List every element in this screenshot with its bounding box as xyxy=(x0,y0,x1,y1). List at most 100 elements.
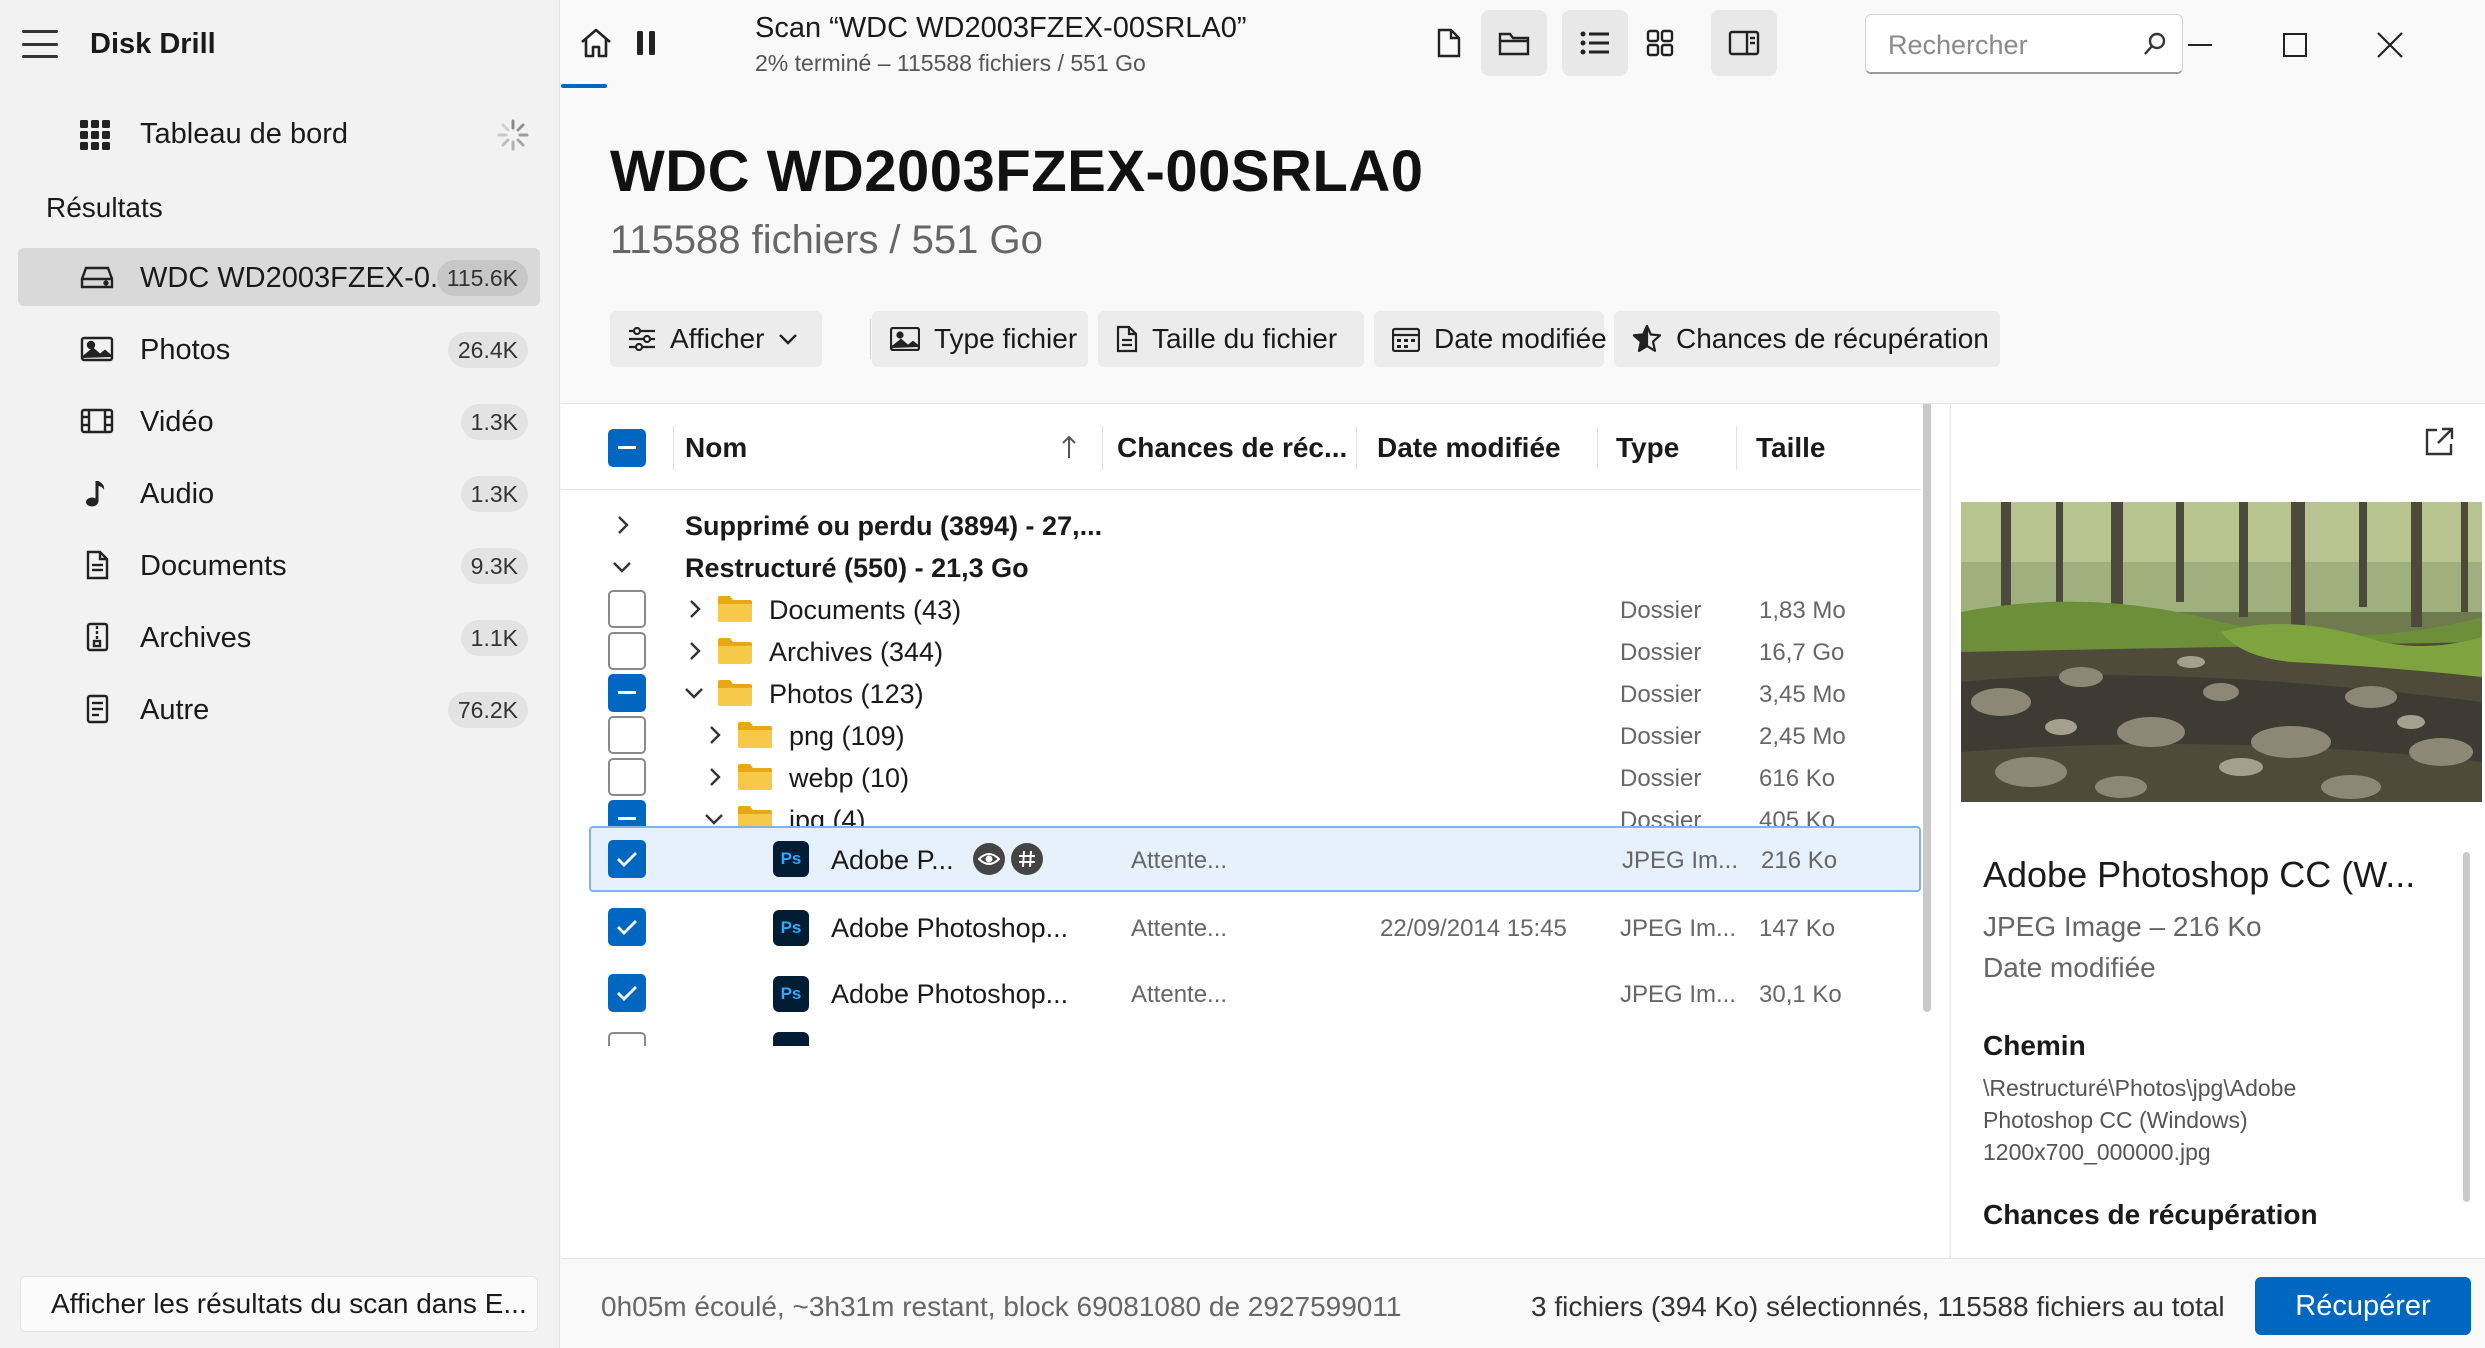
sidebar-item-photos[interactable]: Photos 26.4K xyxy=(18,320,540,378)
count-badge: 115.6K xyxy=(436,260,528,296)
preview-file-name: Adobe Photoshop CC (W... xyxy=(1983,854,2416,895)
sort-ascending-icon[interactable] xyxy=(1061,434,1077,460)
sidebar-item-label: WDC WD2003FZEX-0... xyxy=(140,262,455,294)
file-name: Adobe Photoshop... xyxy=(831,913,1069,943)
preview-path: \Restructuré\Photos\jpg\Adobe Photoshop … xyxy=(1983,1075,2297,1165)
film-icon xyxy=(80,406,114,436)
count-badge: 1.3K xyxy=(460,476,528,512)
file-type: JPEG Im... xyxy=(1620,915,1737,942)
close-icon xyxy=(2377,32,2403,58)
folder-icon xyxy=(1498,29,1530,57)
table-scrollbar[interactable] xyxy=(1923,404,1931,1012)
recovery-chances-filter[interactable]: Chances de récupération xyxy=(1614,311,2000,367)
table-row[interactable]: Ps Adobe Photoshop... Attente... 22/09/2… xyxy=(561,894,1921,960)
page-subtitle: 115588 fichiers / 551 Go xyxy=(610,218,1043,262)
grid-view-icon xyxy=(1646,29,1674,57)
file-type: JPEG Im... xyxy=(1620,981,1737,1008)
recover-button[interactable]: Récupérer xyxy=(2255,1277,2471,1335)
sidebar-item-audio[interactable]: Audio 1.3K xyxy=(18,464,540,522)
topbar: Scan “WDC WD2003FZEX-00SRLA0” 2% terminé… xyxy=(561,0,2485,88)
file-size: 216 Ko xyxy=(1761,847,1838,874)
date-modified-filter-label: Date modifiée xyxy=(1434,323,1607,354)
file-name: Adobe P... xyxy=(831,845,954,875)
show-filter-dropdown[interactable]: Afficher xyxy=(610,311,822,367)
file-name: Adobe Photoshop... xyxy=(831,979,1069,1009)
column-header-date[interactable]: Date modifiée xyxy=(1377,432,1561,464)
home-tab-indicator xyxy=(561,84,607,88)
photoshop-file-icon xyxy=(773,1032,809,1046)
file-icon xyxy=(1116,325,1138,353)
column-header-type[interactable]: Type xyxy=(1616,432,1679,464)
sidebar-item-documents[interactable]: Documents 9.3K xyxy=(18,536,540,594)
filter-divider xyxy=(870,319,871,359)
open-external-icon[interactable] xyxy=(2423,426,2455,458)
count-badge: 26.4K xyxy=(447,332,528,368)
select-all-checkbox[interactable] xyxy=(608,429,646,467)
hamburger-menu-icon[interactable] xyxy=(20,26,60,62)
sidebar-item-other[interactable]: Autre 76.2K xyxy=(18,680,540,738)
sidebar-panel-icon xyxy=(1728,29,1760,57)
show-in-explorer-button[interactable]: Afficher les résultats du scan dans E... xyxy=(20,1276,538,1332)
calendar-icon xyxy=(1392,326,1420,352)
chevron-down-icon[interactable] xyxy=(611,560,633,574)
date-modified-filter[interactable]: Date modifiée xyxy=(1374,311,1607,367)
status-bar: 0h05m écoulé, ~3h31m restant, block 6908… xyxy=(561,1258,2485,1348)
list-icon xyxy=(1580,30,1610,56)
list-view-button[interactable] xyxy=(1562,10,1628,76)
scan-title: Scan “WDC WD2003FZEX-00SRLA0” xyxy=(755,12,1247,44)
table-row-selected[interactable]: Ps Adobe P... Attente... JPEG Im... 216 … xyxy=(589,826,1921,892)
chevron-right-icon[interactable] xyxy=(616,514,630,536)
row-checkbox[interactable] xyxy=(608,908,646,946)
star-icon xyxy=(1632,324,1662,354)
eye-icon[interactable] xyxy=(973,843,1005,875)
pause-button[interactable] xyxy=(613,10,679,76)
chevron-right-icon[interactable] xyxy=(688,640,702,662)
preview-pane: Adobe Photoshop CC (W... JPEG Image – 21… xyxy=(1950,403,2485,1258)
chevron-right-icon[interactable] xyxy=(688,598,702,620)
pause-icon xyxy=(636,30,656,56)
sidebar-item-label: Archives xyxy=(140,622,252,654)
search-input[interactable]: Rechercher xyxy=(1865,14,2183,74)
file-size-filter-label: Taille du fichier xyxy=(1152,323,1338,354)
sliders-icon xyxy=(628,327,656,351)
sidebar-item-dashboard[interactable]: Tableau de bord xyxy=(18,106,540,162)
grid-view-button[interactable] xyxy=(1627,10,1693,76)
chevron-down-icon[interactable] xyxy=(683,686,705,700)
maximize-button[interactable] xyxy=(2270,20,2320,70)
row-checkbox[interactable] xyxy=(608,840,646,878)
table-row[interactable]: Ps Adobe Photoshop... Attente... JPEG Im… xyxy=(561,960,1921,1026)
file-size: 147 Ko xyxy=(1759,915,1836,942)
file-type-filter[interactable]: Type fichier xyxy=(872,311,1088,367)
date-modified: 22/09/2014 15:45 xyxy=(1380,915,1567,942)
minimize-button[interactable] xyxy=(2175,20,2225,70)
column-divider xyxy=(673,426,674,470)
close-button[interactable] xyxy=(2365,20,2415,70)
column-divider xyxy=(1597,426,1598,470)
column-header-name[interactable]: Nom xyxy=(685,432,747,464)
archive-icon xyxy=(80,622,114,652)
preview-image[interactable] xyxy=(1961,502,2482,802)
chevron-right-icon[interactable] xyxy=(708,724,722,746)
recovery-chance: Attente... xyxy=(1131,981,1228,1008)
sidebar-item-video[interactable]: Vidéo 1.3K xyxy=(18,392,540,450)
file-type-filter-label: Type fichier xyxy=(934,323,1078,354)
sidebar-item-archives[interactable]: Archives 1.1K xyxy=(18,608,540,666)
column-header-chances[interactable]: Chances de réc... xyxy=(1117,432,1347,464)
table-row-partial[interactable] xyxy=(561,1026,1921,1046)
sidebar-item-label: Autre xyxy=(140,694,210,726)
row-checkbox[interactable] xyxy=(608,974,646,1012)
file-size: 30,1 Ko xyxy=(1759,981,1842,1008)
preview-scrollbar[interactable] xyxy=(2463,852,2470,1202)
sidebar-item-drive[interactable]: WDC WD2003FZEX-0... 115.6K xyxy=(18,248,540,306)
chevron-down-icon[interactable] xyxy=(703,812,725,826)
row-checkbox[interactable] xyxy=(608,1032,646,1046)
chevron-right-icon[interactable] xyxy=(708,766,722,788)
document-icon xyxy=(80,550,114,580)
file-view-button[interactable] xyxy=(1416,10,1482,76)
file-size-filter[interactable]: Taille du fichier xyxy=(1098,311,1364,367)
column-header-size[interactable]: Taille xyxy=(1756,432,1826,464)
folder-view-button[interactable] xyxy=(1481,10,1547,76)
preview-pane-toggle[interactable] xyxy=(1711,10,1777,76)
hash-icon[interactable] xyxy=(1011,843,1043,875)
sidebar-item-label: Tableau de bord xyxy=(140,118,348,150)
